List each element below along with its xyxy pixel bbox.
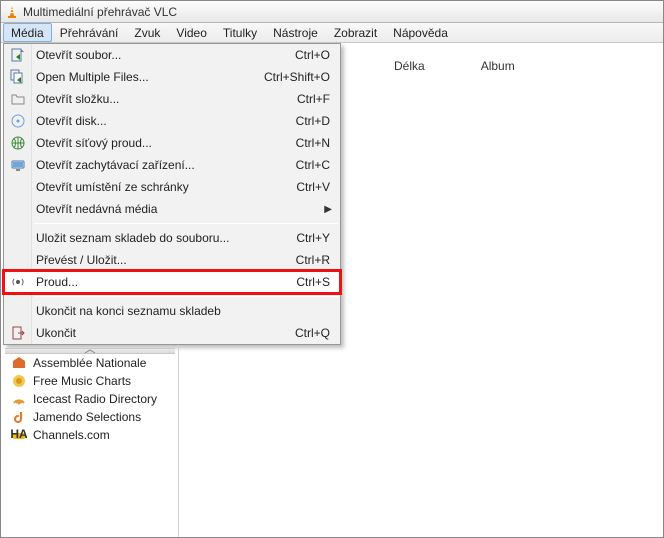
menubar: Média Přehrávání Zvuk Video Titulky Nást… — [1, 23, 663, 43]
window-title: Multimediální přehrávač VLC — [23, 5, 177, 19]
menu-open-multiple[interactable]: Open Multiple Files... Ctrl+Shift+O — [4, 66, 340, 88]
network-icon — [10, 135, 26, 151]
sidebar: Assemblée Nationale Free Music Charts Ic… — [5, 346, 175, 444]
menu-titulky[interactable]: Titulky — [215, 23, 265, 42]
menu-media[interactable]: Média — [3, 23, 52, 42]
assemblee-icon — [11, 355, 27, 371]
sidebar-divider[interactable] — [178, 345, 182, 537]
column-album[interactable]: Album — [473, 59, 523, 73]
file-open-icon — [10, 47, 26, 63]
capture-icon — [10, 157, 26, 173]
menu-open-recent[interactable]: Otevřít nedávná média ▶ — [4, 198, 340, 220]
menu-open-folder[interactable]: Otevřít složku... Ctrl+F — [4, 88, 340, 110]
menu-zobrazit[interactable]: Zobrazit — [326, 23, 385, 42]
sidebar-item-label: Channels.com — [33, 428, 110, 442]
menu-convert-save[interactable]: Převést / Uložit... Ctrl+R — [4, 249, 340, 271]
menu-zvuk[interactable]: Zvuk — [126, 23, 168, 42]
sidebar-item-icecast[interactable]: Icecast Radio Directory — [5, 390, 175, 408]
sidebar-item-label: Icecast Radio Directory — [33, 392, 157, 406]
sidebar-item-fmc[interactable]: Free Music Charts — [5, 372, 175, 390]
menu-stream[interactable]: Proud... Ctrl+S — [4, 271, 340, 293]
playlist-header: Délka Album — [346, 57, 663, 75]
sidebar-item-jamendo[interactable]: Jamendo Selections — [5, 408, 175, 426]
stream-icon — [10, 274, 26, 290]
sidebar-item-label: Assemblée Nationale — [33, 356, 146, 370]
vlc-cone-icon — [5, 5, 19, 19]
quit-icon — [10, 325, 26, 341]
menu-separator — [34, 223, 338, 224]
icecast-icon — [11, 391, 27, 407]
channels-icon: CHAN — [11, 427, 27, 443]
menu-open-capture[interactable]: Otevřít zachytávací zařízení... Ctrl+C — [4, 154, 340, 176]
disc-icon — [10, 113, 26, 129]
titlebar: Multimediální přehrávač VLC — [1, 1, 663, 23]
menu-open-disc[interactable]: Otevřít disk... Ctrl+D — [4, 110, 340, 132]
menu-quit-after-playlist[interactable]: Ukončit na konci seznamu skladeb — [4, 300, 340, 322]
jamendo-icon — [11, 409, 27, 425]
files-open-icon — [10, 69, 26, 85]
sidebar-item-label: Free Music Charts — [33, 374, 131, 388]
sidebar-item-assemblee[interactable]: Assemblée Nationale — [5, 354, 175, 372]
media-dropdown: Otevřít soubor... Ctrl+O Open Multiple F… — [3, 43, 341, 345]
content-area: Délka Album Otevřít soubor... Ctrl+O Ope… — [1, 43, 663, 537]
menu-video[interactable]: Video — [168, 23, 214, 42]
menu-open-clipboard[interactable]: Otevřít umístění ze schránky Ctrl+V — [4, 176, 340, 198]
menu-napoveda[interactable]: Nápověda — [385, 23, 456, 42]
menu-nastroje[interactable]: Nástroje — [265, 23, 326, 42]
menu-save-playlist[interactable]: Uložit seznam skladeb do souboru... Ctrl… — [4, 227, 340, 249]
menu-open-network[interactable]: Otevřít síťový proud... Ctrl+N — [4, 132, 340, 154]
menu-separator — [34, 296, 338, 297]
fmc-icon — [11, 373, 27, 389]
menu-quit[interactable]: Ukončit Ctrl+Q — [4, 322, 340, 344]
submenu-arrow-icon: ▶ — [324, 204, 332, 215]
sidebar-item-channels[interactable]: CHAN Channels.com — [5, 426, 175, 444]
svg-text:CHAN: CHAN — [11, 427, 27, 441]
folder-icon — [10, 91, 26, 107]
column-delka[interactable]: Délka — [386, 59, 433, 73]
menu-prehravani[interactable]: Přehrávání — [52, 23, 127, 42]
sidebar-item-label: Jamendo Selections — [33, 410, 141, 424]
menu-open-file[interactable]: Otevřít soubor... Ctrl+O — [4, 44, 340, 66]
